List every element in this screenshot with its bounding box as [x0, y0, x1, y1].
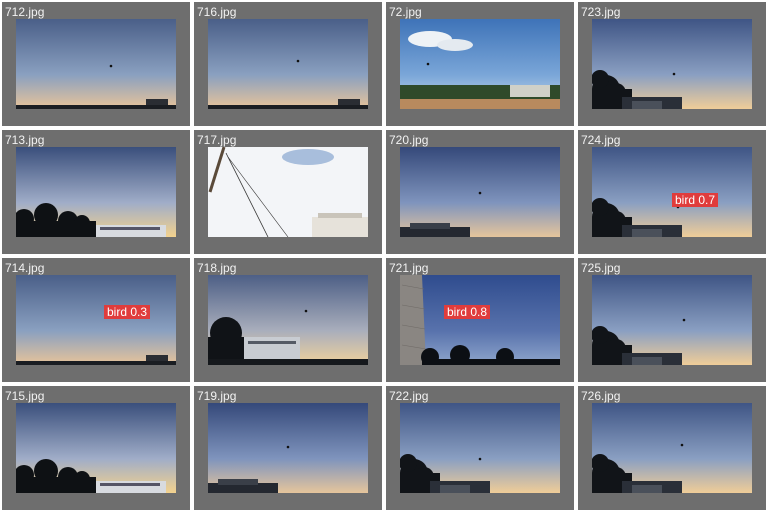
image-thumbnail[interactable]	[208, 403, 368, 493]
file-name-label: 717.jpg	[197, 133, 237, 147]
thumbnail-grid: 712.jpg 716.jpg 72.jpg 723.jpg 713.jpg 7…	[0, 0, 768, 512]
image-tile[interactable]: 713.jpg	[2, 130, 190, 254]
image-tile[interactable]: 718.jpg	[194, 258, 382, 382]
image-tile[interactable]: 723.jpg	[578, 2, 766, 126]
file-name-label: 718.jpg	[197, 261, 237, 275]
image-thumbnail[interactable]	[208, 147, 368, 237]
image-thumbnail[interactable]	[592, 19, 752, 109]
image-thumbnail[interactable]	[592, 147, 752, 237]
image-tile[interactable]: 722.jpg	[386, 386, 574, 510]
image-tile[interactable]: 717.jpg	[194, 130, 382, 254]
image-thumbnail[interactable]	[16, 403, 176, 493]
image-tile[interactable]: 724.jpg bird 0.7	[578, 130, 766, 254]
image-tile[interactable]: 72.jpg	[386, 2, 574, 126]
image-thumbnail[interactable]	[208, 19, 368, 109]
image-tile[interactable]: 720.jpg	[386, 130, 574, 254]
image-tile[interactable]: 719.jpg	[194, 386, 382, 510]
image-tile[interactable]: 726.jpg	[578, 386, 766, 510]
image-tile[interactable]: 725.jpg	[578, 258, 766, 382]
file-name-label: 725.jpg	[581, 261, 621, 275]
image-tile[interactable]: 714.jpg bird 0.3	[2, 258, 190, 382]
file-name-label: 712.jpg	[5, 5, 45, 19]
file-name-label: 723.jpg	[581, 5, 621, 19]
file-name-label: 726.jpg	[581, 389, 621, 403]
image-thumbnail[interactable]	[592, 403, 752, 493]
file-name-label: 715.jpg	[5, 389, 45, 403]
image-thumbnail[interactable]	[16, 19, 176, 109]
image-thumbnail[interactable]	[400, 275, 560, 365]
image-thumbnail[interactable]	[400, 403, 560, 493]
image-thumbnail[interactable]	[592, 275, 752, 365]
image-tile[interactable]: 721.jpg bird 0.8	[386, 258, 574, 382]
image-tile[interactable]: 715.jpg	[2, 386, 190, 510]
file-name-label: 720.jpg	[389, 133, 429, 147]
file-name-label: 724.jpg	[581, 133, 621, 147]
image-thumbnail[interactable]	[400, 19, 560, 109]
file-name-label: 714.jpg	[5, 261, 45, 275]
image-tile[interactable]: 712.jpg	[2, 2, 190, 126]
file-name-label: 713.jpg	[5, 133, 45, 147]
detection-label: bird 0.8	[444, 305, 491, 319]
file-name-label: 719.jpg	[197, 389, 237, 403]
detection-label: bird 0.3	[104, 305, 151, 319]
file-name-label: 72.jpg	[389, 5, 422, 19]
detection-label: bird 0.7	[672, 193, 719, 207]
image-thumbnail[interactable]	[16, 275, 176, 365]
file-name-label: 722.jpg	[389, 389, 429, 403]
file-name-label: 721.jpg	[389, 261, 429, 275]
image-thumbnail[interactable]	[16, 147, 176, 237]
image-thumbnail[interactable]	[208, 275, 368, 365]
file-name-label: 716.jpg	[197, 5, 237, 19]
image-thumbnail[interactable]	[400, 147, 560, 237]
image-tile[interactable]: 716.jpg	[194, 2, 382, 126]
